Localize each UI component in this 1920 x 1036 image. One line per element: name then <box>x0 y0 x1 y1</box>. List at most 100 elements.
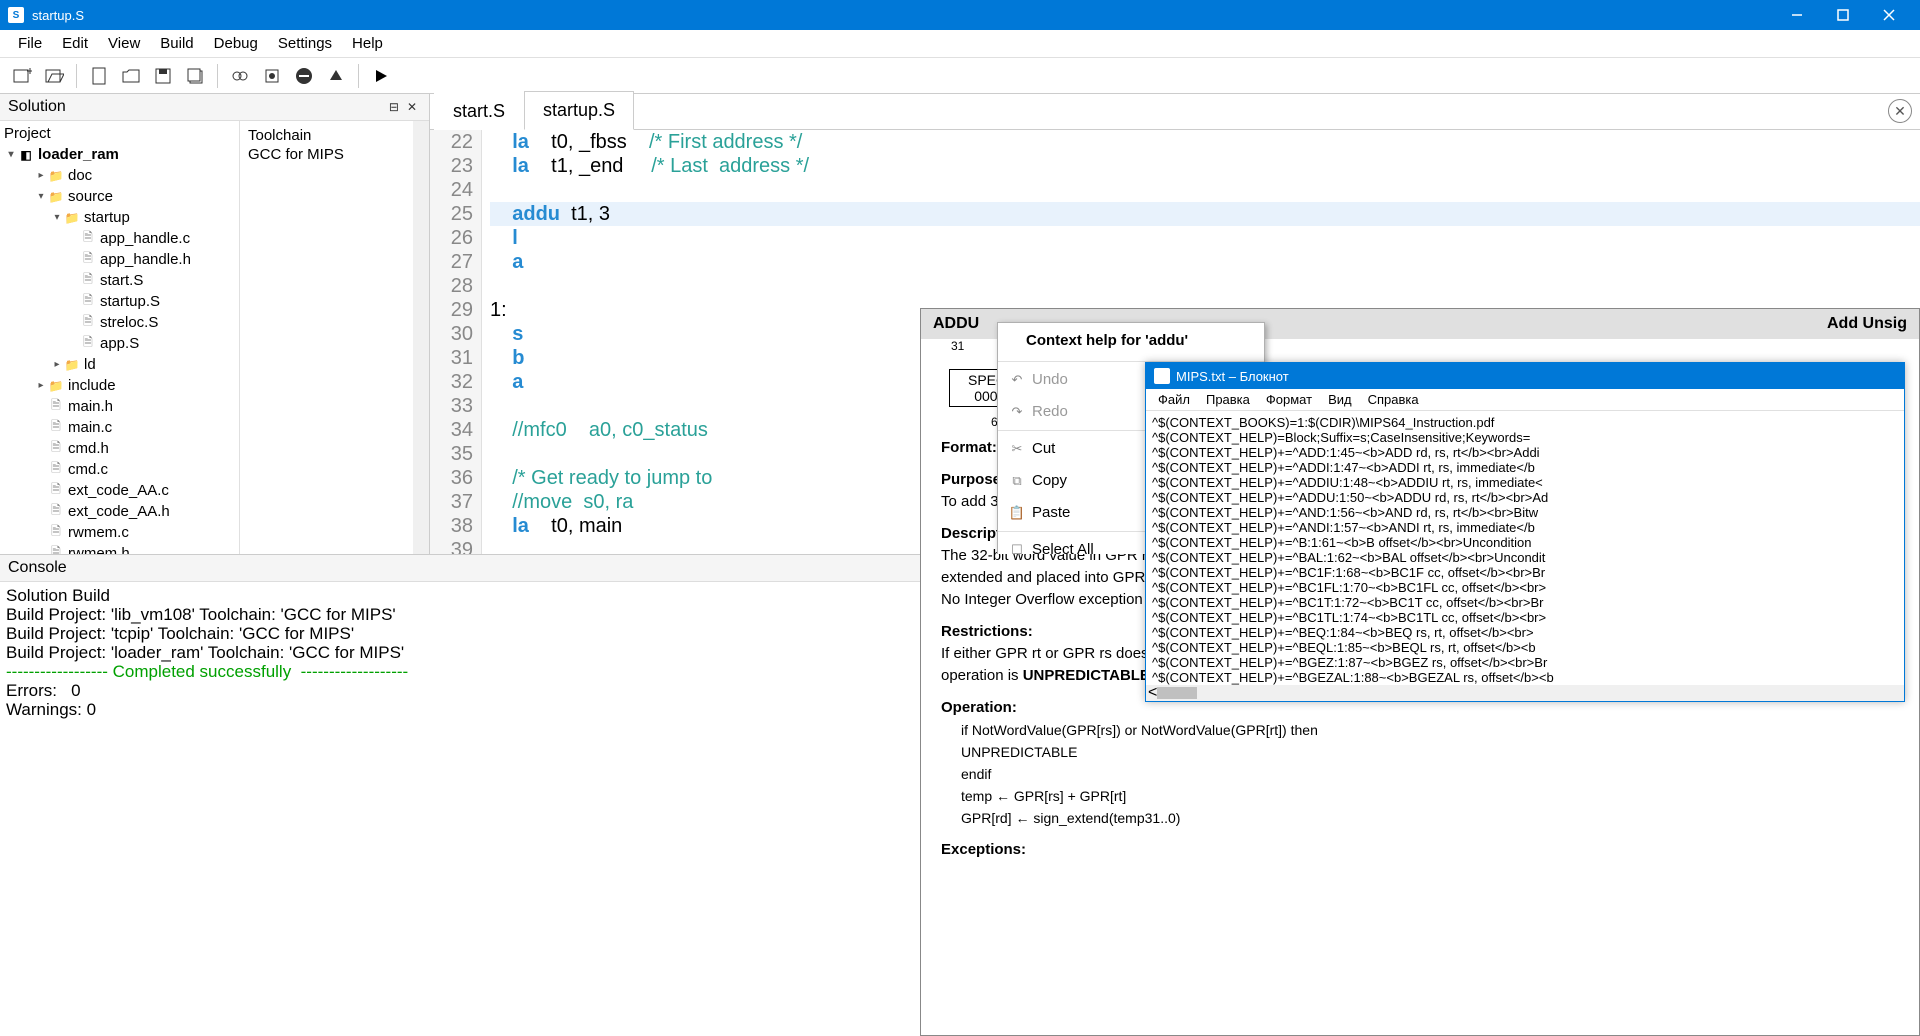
toolchain-value: GCC for MIPS <box>248 146 421 163</box>
undo-icon: ↶ <box>1008 368 1026 392</box>
solution-header: Solution ⊟ ✕ <box>0 94 429 121</box>
close-button[interactable] <box>1866 0 1912 30</box>
title-bar: S startup.S <box>0 0 1920 30</box>
paste-icon: 📋 <box>1008 501 1026 525</box>
menu-help[interactable]: Help <box>342 31 393 56</box>
tree-file[interactable]: 🗎ext_code_AA.c <box>0 480 239 501</box>
tree-file[interactable]: 🗎app_handle.h <box>0 249 239 270</box>
folder-icon: 📁 <box>64 357 80 373</box>
code-line[interactable]: la t1, _end /* Last address */ <box>490 154 1920 178</box>
operation-code: if NotWordValue(GPR[rs]) or NotWordValue… <box>961 719 1899 829</box>
line-gutter: 222324252627282930313233343536373839 <box>430 130 482 554</box>
np-menu-item[interactable]: Формат <box>1258 390 1320 409</box>
file-icon: 🗎 <box>80 273 96 289</box>
tree-file[interactable]: 🗎rwmem.c <box>0 522 239 543</box>
code-line[interactable]: addu t1, 3 <box>490 202 1920 226</box>
tab-start-S[interactable]: start.S <box>434 92 524 130</box>
toolchain-panel: Toolchain GCC for MIPS <box>240 121 429 554</box>
help-name: Add Unsig <box>1827 315 1907 333</box>
window-title: startup.S <box>32 8 1774 23</box>
close-panel-icon[interactable]: ✕ <box>403 100 421 114</box>
menu-edit[interactable]: Edit <box>52 31 98 56</box>
tree-file[interactable]: 🗎main.c <box>0 417 239 438</box>
new-project-button[interactable] <box>8 62 36 90</box>
pin-icon[interactable]: ⊟ <box>385 100 403 114</box>
open-project-button[interactable] <box>40 62 68 90</box>
notepad-icon <box>1154 368 1170 384</box>
build-button[interactable] <box>226 62 254 90</box>
notepad-hscroll[interactable]: < <box>1146 685 1904 701</box>
solution-panel: Solution ⊟ ✕ Project ▾ ◧ loader_ram ▸📁do… <box>0 94 430 554</box>
file-icon: 🗎 <box>48 399 64 415</box>
notepad-menubar: ФайлПравкаФорматВидСправка <box>1146 389 1904 411</box>
tab-startup-S[interactable]: startup.S <box>524 91 634 130</box>
editor-tabs: start.Sstartup.S ✕ <box>430 94 1920 130</box>
menu-settings[interactable]: Settings <box>268 31 342 56</box>
code-line[interactable] <box>490 274 1920 298</box>
tree-root[interactable]: ▾ ◧ loader_ram <box>0 144 239 165</box>
menu-bar: FileEditViewBuildDebugSettingsHelp <box>0 30 1920 58</box>
project-tree[interactable]: Project ▾ ◧ loader_ram ▸📁doc▾📁source▾📁st… <box>0 121 240 554</box>
tree-folder[interactable]: ▸📁ld <box>0 354 239 375</box>
np-menu-item[interactable]: Вид <box>1320 390 1360 409</box>
file-icon: 🗎 <box>80 294 96 310</box>
tree-folder[interactable]: ▸📁doc <box>0 165 239 186</box>
file-icon: 🗎 <box>48 546 64 555</box>
deploy-button[interactable] <box>322 62 350 90</box>
cut-icon: ✂ <box>1008 437 1026 461</box>
scrollbar[interactable] <box>413 121 429 554</box>
notepad-window[interactable]: MIPS.txt – Блокнот ФайлПравкаФорматВидСп… <box>1145 362 1905 702</box>
select all-icon: ☐ <box>1008 538 1026 554</box>
notepad-body[interactable]: ^$(CONTEXT_BOOKS)=1:$(CDIR)\MIPS64_Instr… <box>1146 411 1904 701</box>
np-menu-item[interactable]: Файл <box>1150 390 1198 409</box>
tree-file[interactable]: 🗎startup.S <box>0 291 239 312</box>
tree-folder[interactable]: ▾📁source <box>0 186 239 207</box>
tree-file[interactable]: 🗎cmd.c <box>0 459 239 480</box>
run-button[interactable] <box>367 62 395 90</box>
new-file-button[interactable] <box>85 62 113 90</box>
folder-icon: 📁 <box>48 378 64 394</box>
tree-file[interactable]: 🗎main.h <box>0 396 239 417</box>
tree-file[interactable]: 🗎app_handle.c <box>0 228 239 249</box>
np-menu-item[interactable]: Правка <box>1198 390 1258 409</box>
file-icon: 🗎 <box>48 525 64 541</box>
tree-folder[interactable]: ▾📁startup <box>0 207 239 228</box>
solution-title: Solution <box>8 98 66 116</box>
minimize-button[interactable] <box>1774 0 1820 30</box>
menu-view[interactable]: View <box>98 31 150 56</box>
tree-file[interactable]: 🗎app.S <box>0 333 239 354</box>
tree-col-header: Project <box>0 123 239 144</box>
tree-folder[interactable]: ▸📁include <box>0 375 239 396</box>
rebuild-button[interactable] <box>258 62 286 90</box>
code-line[interactable]: l <box>490 226 1920 250</box>
menu-file[interactable]: File <box>8 31 52 56</box>
tree-file[interactable]: 🗎cmd.h <box>0 438 239 459</box>
notepad-title: MIPS.txt – Блокнот <box>1176 369 1289 384</box>
file-icon: 🗎 <box>80 336 96 352</box>
tab-close-button[interactable]: ✕ <box>1888 99 1912 123</box>
code-line[interactable]: a <box>490 250 1920 274</box>
save-button[interactable] <box>149 62 177 90</box>
open-file-button[interactable] <box>117 62 145 90</box>
file-icon: 🗎 <box>48 462 64 478</box>
context-menu-title[interactable]: Context help for 'addu' <box>998 323 1264 359</box>
np-menu-item[interactable]: Справка <box>1360 390 1427 409</box>
project-icon: ◧ <box>18 147 34 163</box>
tree-file[interactable]: 🗎start.S <box>0 270 239 291</box>
stop-build-button[interactable] <box>290 62 318 90</box>
toolbar <box>0 58 1920 94</box>
folder-icon: 📁 <box>64 210 80 226</box>
code-line[interactable]: la t0, _fbss /* First address */ <box>490 130 1920 154</box>
save-all-button[interactable] <box>181 62 209 90</box>
notepad-titlebar[interactable]: MIPS.txt – Блокнот <box>1146 363 1904 389</box>
copy-icon: ⧉ <box>1008 469 1026 493</box>
file-icon: 🗎 <box>48 441 64 457</box>
menu-debug[interactable]: Debug <box>204 31 268 56</box>
tree-file[interactable]: 🗎ext_code_AA.h <box>0 501 239 522</box>
tree-file[interactable]: 🗎rwmem.h <box>0 543 239 554</box>
menu-build[interactable]: Build <box>150 31 203 56</box>
file-icon: 🗎 <box>48 420 64 436</box>
tree-file[interactable]: 🗎streloc.S <box>0 312 239 333</box>
maximize-button[interactable] <box>1820 0 1866 30</box>
code-line[interactable] <box>490 178 1920 202</box>
